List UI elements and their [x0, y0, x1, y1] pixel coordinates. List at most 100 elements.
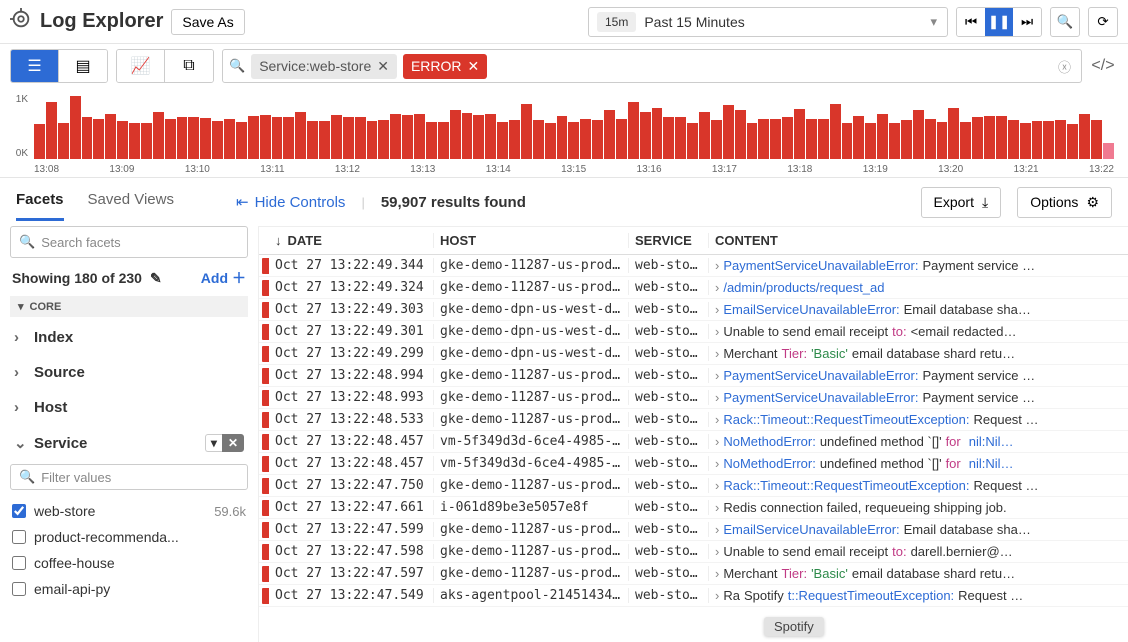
table-row[interactable]: Oct 27 13:22:49.324gke-demo-11287-us-pro… [259, 277, 1128, 299]
histogram-bar[interactable] [818, 119, 829, 159]
histogram-bar[interactable] [580, 119, 591, 159]
histogram-bar[interactable] [1032, 121, 1043, 159]
histogram-bar[interactable] [853, 116, 864, 159]
facet-source[interactable]: ›Source [10, 358, 248, 387]
histogram-bar[interactable] [367, 121, 378, 159]
histogram-bar[interactable] [93, 119, 104, 159]
forward-button[interactable]: ⏭ [1013, 8, 1041, 36]
histogram-bar[interactable] [260, 115, 271, 159]
histogram-bar[interactable] [865, 123, 876, 159]
remove-icon[interactable]: ✕ [222, 434, 244, 452]
hide-controls-button[interactable]: ⇤ Hide Controls [236, 193, 345, 211]
column-header-content[interactable]: CONTENT [709, 233, 1128, 248]
histogram-bar[interactable] [34, 124, 45, 159]
histogram-bar[interactable] [355, 117, 366, 159]
histogram-bar[interactable] [640, 112, 651, 159]
histogram-bar[interactable] [177, 117, 188, 159]
service-row[interactable]: web-store59.6k [10, 498, 248, 524]
add-facet-button[interactable]: Add ＋ [201, 268, 246, 288]
table-row[interactable]: Oct 27 13:22:47.599gke-demo-11287-us-pro… [259, 519, 1128, 541]
filter-chip-error[interactable]: ERROR ✕ [403, 54, 487, 79]
histogram-bar[interactable] [497, 122, 508, 159]
histogram-bar[interactable] [82, 117, 93, 159]
expand-icon[interactable]: › [715, 456, 719, 471]
table-row[interactable]: Oct 27 13:22:48.994gke-demo-11287-us-pro… [259, 365, 1128, 387]
histogram-bar[interactable] [996, 116, 1007, 159]
service-row[interactable]: email-api-py [10, 576, 248, 602]
histogram-bar[interactable] [782, 117, 793, 159]
table-row[interactable]: Oct 27 13:22:48.993gke-demo-11287-us-pro… [259, 387, 1128, 409]
histogram-bar[interactable] [806, 119, 817, 159]
expand-icon[interactable]: › [715, 478, 719, 493]
table-row[interactable]: Oct 27 13:22:49.344gke-demo-11287-us-pro… [259, 255, 1128, 277]
histogram-bar[interactable] [378, 120, 389, 159]
chip-remove-icon[interactable]: ✕ [468, 58, 480, 75]
list-view-button[interactable]: ☰ [11, 50, 59, 82]
histogram-bar[interactable] [105, 114, 116, 160]
facet-index[interactable]: ›Index [10, 323, 248, 352]
column-header-date[interactable]: ↓DATE [269, 233, 434, 248]
table-row[interactable]: Oct 27 13:22:47.661i-061d89be3e5057e8fwe… [259, 497, 1128, 519]
table-row[interactable]: Oct 27 13:22:49.303gke-demo-dpn-us-west-… [259, 299, 1128, 321]
table-row[interactable]: Oct 27 13:22:47.750gke-demo-11287-us-pro… [259, 475, 1128, 497]
histogram-bar[interactable] [521, 104, 532, 159]
save-as-button[interactable]: Save As [171, 9, 244, 35]
histogram-bar[interactable] [1020, 123, 1031, 159]
expand-icon[interactable]: › [715, 588, 719, 603]
histogram-bar[interactable] [117, 121, 128, 159]
histogram-bar[interactable] [165, 119, 176, 159]
histogram-bar[interactable] [509, 120, 520, 159]
histogram-bar[interactable] [568, 122, 579, 159]
histogram-bar[interactable] [1055, 120, 1066, 159]
histogram-bar[interactable] [402, 115, 413, 159]
refresh-button[interactable]: ⟳ [1088, 7, 1118, 37]
time-range-picker[interactable]: 15m Past 15 Minutes ▾ [588, 7, 948, 37]
histogram-bar[interactable] [758, 119, 769, 159]
tab-facets[interactable]: Facets [16, 183, 64, 221]
table-row[interactable]: Oct 27 13:22:47.549aks-agentpool-2145143… [259, 585, 1128, 607]
histogram-bar[interactable] [652, 108, 663, 159]
edit-icon[interactable]: ✎ [150, 270, 162, 287]
histogram-bar[interactable] [663, 117, 674, 159]
detail-view-button[interactable]: ⧉ [165, 50, 213, 82]
clear-all-filters-icon[interactable]: ⓧ [1054, 57, 1075, 76]
histogram-bar[interactable] [212, 121, 223, 159]
facet-group-core[interactable]: ▾ CORE [10, 296, 248, 317]
service-checkbox[interactable] [12, 530, 26, 544]
histogram-bar[interactable] [283, 117, 294, 159]
table-row[interactable]: Oct 27 13:22:47.598gke-demo-11287-us-pro… [259, 541, 1128, 563]
options-button[interactable]: Options ⚙ [1017, 187, 1112, 218]
expand-icon[interactable]: › [715, 434, 719, 449]
histogram-bar[interactable] [877, 114, 888, 160]
histogram-bar[interactable] [616, 119, 627, 159]
histogram-bar[interactable] [735, 110, 746, 159]
histogram-bar[interactable] [485, 114, 496, 159]
table-row[interactable]: Oct 27 13:22:48.457vm-5f349d3d-6ce4-4985… [259, 431, 1128, 453]
histogram-chart[interactable]: 1K 0K 13:0813:0913:1013:1113:1213:1313:1… [0, 88, 1128, 178]
histogram-bar[interactable] [687, 123, 698, 159]
table-row[interactable]: Oct 27 13:22:48.457vm-5f349d3d-6ce4-4985… [259, 453, 1128, 475]
table-row[interactable]: Oct 27 13:22:49.301gke-demo-dpn-us-west-… [259, 321, 1128, 343]
histogram-bar[interactable] [188, 117, 199, 159]
expand-icon[interactable]: › [715, 412, 719, 427]
histogram-bar[interactable] [248, 116, 259, 159]
expand-icon[interactable]: › [715, 346, 719, 361]
export-button[interactable]: Export ⤓ [921, 187, 1002, 218]
histogram-bar[interactable] [972, 117, 983, 159]
service-row[interactable]: product-recommenda... [10, 524, 248, 550]
filter-values-input[interactable]: 🔍 Filter values [10, 464, 248, 490]
histogram-bar[interactable] [628, 102, 639, 159]
histogram-bar[interactable] [331, 115, 342, 159]
histogram-bar[interactable] [295, 112, 306, 159]
histogram-bar[interactable] [129, 123, 140, 159]
histogram-bar[interactable] [842, 123, 853, 159]
tab-saved-views[interactable]: Saved Views [88, 183, 174, 221]
histogram-bar[interactable] [1079, 114, 1090, 160]
expand-icon[interactable]: › [715, 522, 719, 537]
search-button[interactable]: 🔍 [1050, 7, 1080, 37]
grid-view-button[interactable]: ▤ [59, 50, 107, 82]
histogram-bar[interactable] [830, 104, 841, 159]
histogram-bar[interactable] [224, 119, 235, 159]
search-query-area[interactable]: 🔍 Service:web-store ✕ ERROR ✕ ⓧ [222, 49, 1082, 83]
expand-icon[interactable]: › [715, 258, 719, 273]
